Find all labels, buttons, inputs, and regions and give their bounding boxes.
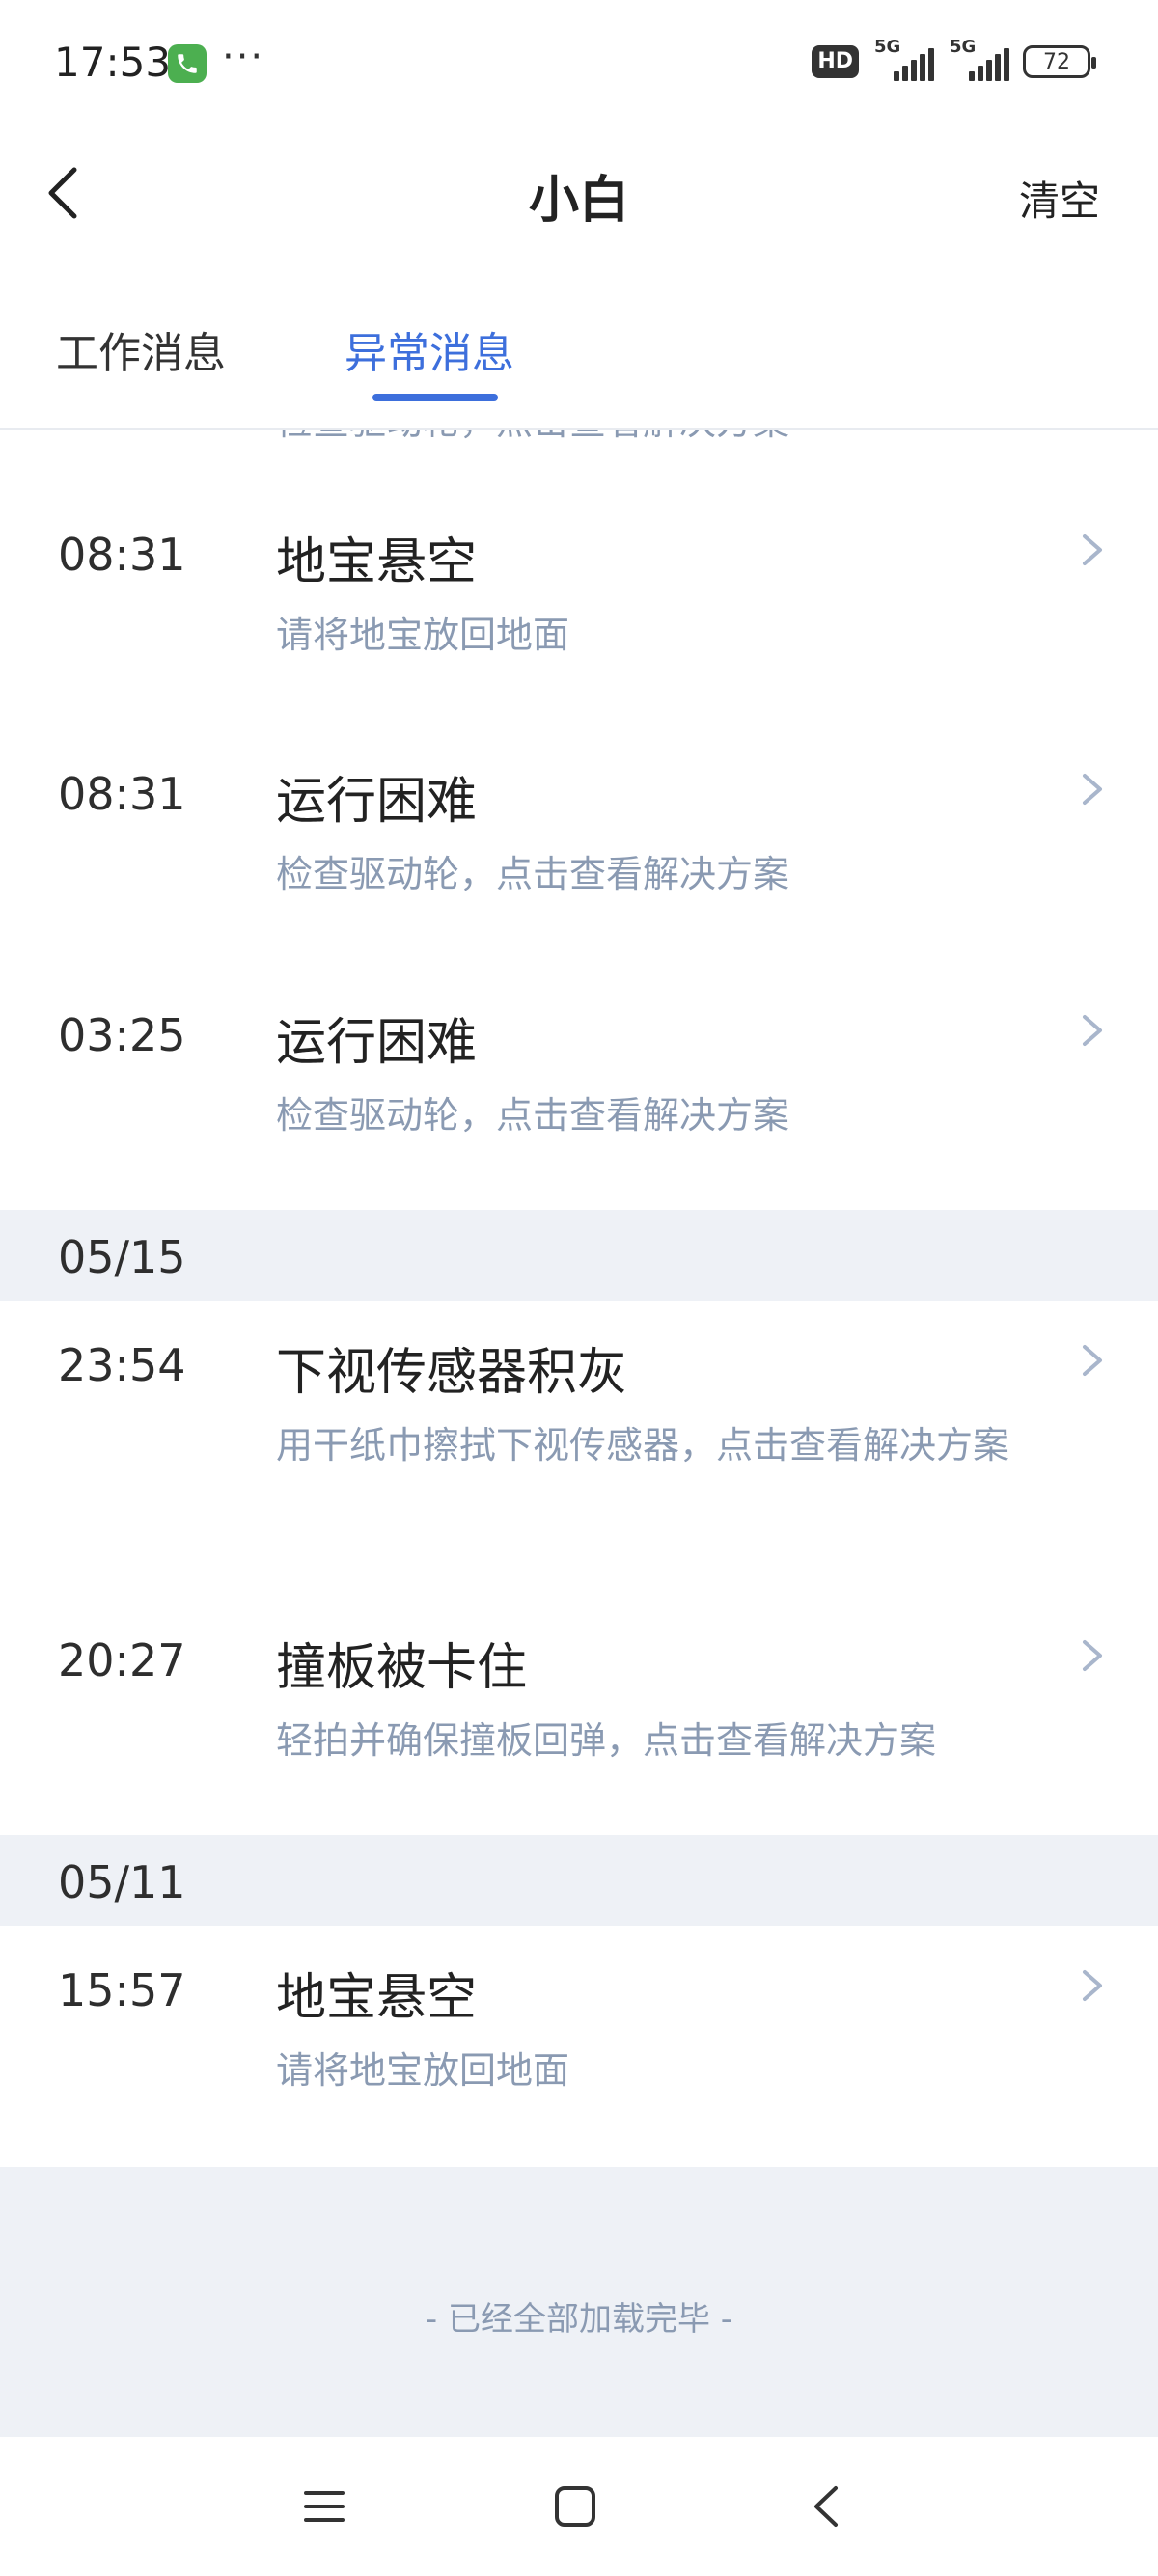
tab-bar: 工作消息 异常消息: [0, 309, 1158, 430]
load-complete-text: - 已经全部加载完毕 -: [425, 2300, 733, 2339]
list-item[interactable]: 20:27 撞板被卡住 轻拍并确保撞板回弹，点击查看解决方案: [0, 1613, 1158, 1820]
app-header: 小白 清空: [0, 130, 1158, 256]
item-title: 运行困难: [276, 773, 478, 831]
menu-icon: [304, 2491, 345, 2522]
date-label: 05/15: [58, 1231, 186, 1283]
nav-back-button[interactable]: [797, 2478, 855, 2535]
list-item[interactable]: 15:57 地宝悬空 请将地宝放回地面: [0, 1943, 1158, 2150]
status-bar: 17:53 ··· HD 5G 5G 72: [0, 0, 1158, 130]
network-type-label: 5G: [874, 37, 901, 57]
item-desc: 请将地宝放回地面: [276, 614, 570, 656]
phone-call-icon: [168, 44, 207, 83]
system-nav-bar: [0, 2437, 1158, 2576]
chevron-right-icon: [1083, 1640, 1102, 1671]
list-item[interactable]: 23:54 下视传感器积灰 用干纸巾擦拭下视传感器，点击查看解决方案: [0, 1318, 1158, 1598]
home-square-icon: [555, 2486, 595, 2527]
item-title: 下视传感器积灰: [276, 1344, 628, 1402]
nav-home-button[interactable]: [546, 2478, 604, 2535]
battery-level: 72: [1043, 49, 1070, 74]
list-item[interactable]: 08:31 运行困难 检查驱动轮，点击查看解决方案: [0, 747, 1158, 953]
chevron-right-icon: [1083, 1015, 1102, 1046]
back-triangle-icon: [814, 2486, 838, 2527]
item-desc: 检查驱动轮，点击查看解决方案: [276, 853, 790, 895]
message-list: 检查驱动轮，点击查看解决方案 08:31 地宝悬空 请将地宝放回地面 08:31…: [0, 430, 1158, 2437]
hd-voice-badge: HD: [812, 45, 859, 78]
tab-work-messages[interactable]: 工作消息: [56, 318, 226, 380]
item-desc: 检查驱动轮，点击查看解决方案: [276, 1094, 790, 1137]
item-desc: 用干纸巾擦拭下视传感器，点击查看解决方案: [276, 1424, 1010, 1466]
tab-abnormal-messages[interactable]: 异常消息: [345, 318, 514, 380]
item-time: 15:57: [58, 1964, 186, 2016]
item-time: 03:25: [58, 1009, 186, 1061]
active-tab-indicator: [372, 394, 498, 401]
signal-strength-icon: 5G: [872, 37, 934, 81]
item-time: 08:31: [58, 768, 186, 820]
list-item[interactable]: 08:31 地宝悬空 请将地宝放回地面: [0, 507, 1158, 714]
more-notifications-icon: ···: [222, 35, 265, 79]
date-header: 05/11: [0, 1835, 1158, 1926]
clear-button[interactable]: 清空: [1019, 169, 1100, 228]
clipped-item-desc: 检查驱动轮，点击查看解决方案: [276, 430, 789, 445]
date-header: 05/15: [0, 1210, 1158, 1301]
chevron-right-icon: [1083, 534, 1102, 565]
list-item[interactable]: 03:25 运行困难 检查驱动轮，点击查看解决方案: [0, 988, 1158, 1194]
item-time: 23:54: [58, 1339, 186, 1391]
date-label: 05/11: [58, 1856, 186, 1908]
status-time: 17:53: [54, 39, 172, 86]
chevron-right-icon: [1083, 1345, 1102, 1376]
list-footer: - 已经全部加载完毕 -: [0, 2167, 1158, 2437]
nav-menu-button[interactable]: [295, 2478, 353, 2535]
item-time: 08:31: [58, 529, 186, 581]
item-title: 地宝悬空: [276, 534, 478, 591]
item-time: 20:27: [58, 1634, 186, 1686]
signal-strength-icon: 5G: [948, 37, 1009, 81]
chevron-right-icon: [1083, 1970, 1102, 2001]
item-desc: 请将地宝放回地面: [276, 2049, 570, 2092]
item-title: 撞板被卡住: [276, 1639, 528, 1697]
item-title: 地宝悬空: [276, 1969, 478, 2027]
item-desc: 轻拍并确保撞板回弹，点击查看解决方案: [276, 1719, 937, 1762]
page-title: 小白: [528, 172, 629, 230]
chevron-right-icon: [1083, 774, 1102, 805]
network-type-label: 5G: [950, 37, 977, 57]
battery-icon: 72: [1023, 45, 1096, 78]
item-title: 运行困难: [276, 1014, 478, 1072]
